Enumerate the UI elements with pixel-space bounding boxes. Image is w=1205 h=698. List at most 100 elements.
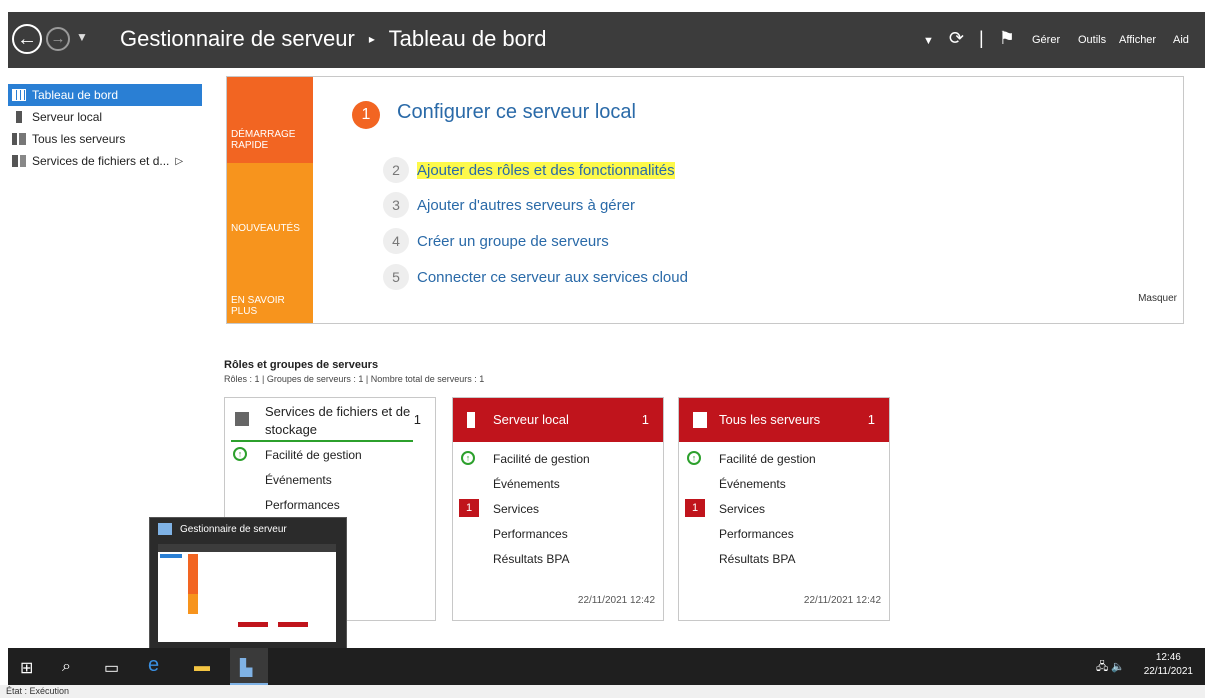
step-4[interactable]: 4 Créer un groupe de serveurs [383,228,609,254]
up-arrow-ok-icon: ↑ [233,447,247,461]
expand-arrow-icon[interactable]: ▷ [175,156,183,167]
sidebar-item-label: Tous les serveurs [32,132,126,146]
sidebar-item-all-servers[interactable]: Tous les serveurs [8,128,202,150]
taskbar-window-preview[interactable]: Gestionnaire de serveur [149,517,347,649]
sidebar-item-label: Tableau de bord [32,88,119,102]
thumbnail-titlebar [158,544,336,552]
internet-explorer-icon[interactable]: e [148,654,159,677]
search-icon[interactable]: ⌕ [62,658,71,676]
thumbnail-orange-strip [188,594,198,614]
network-volume-tray-icons[interactable]: 🖧 🔈 [1096,658,1125,677]
add-roles-link[interactable]: Ajouter des rôles et des fonctionnalités [417,162,675,179]
up-arrow-ok-icon: ↑ [687,451,701,465]
status-text: État : Exécution [6,686,70,696]
preview-thumbnail[interactable] [158,544,336,642]
row-label: Résultats BPA [493,552,570,566]
divider: | [979,28,984,48]
clock[interactable]: 12:46 22/11/2021 [1144,651,1193,679]
create-group-link[interactable]: Créer un groupe de serveurs [417,233,609,250]
tile-row-bpa[interactable]: Résultats BPA [453,546,663,571]
roles-section-title: Rôles et groupes de serveurs [224,359,379,371]
tile-count: 1 [413,412,421,427]
add-servers-link[interactable]: Ajouter d'autres serveurs à gérer [417,197,635,214]
notifications-flag-icon[interactable]: ⚑ [999,28,1015,48]
tile-row-performance[interactable]: Performances [679,521,889,546]
breadcrumb-separator: ▸ [368,32,375,46]
back-button[interactable]: ← [12,24,42,54]
preview-title: Gestionnaire de serveur [180,524,287,535]
connect-cloud-link[interactable]: Connecter ce serveur aux services cloud [417,269,688,286]
server-icon [467,412,475,428]
alert-count-badge: 1 [459,499,479,517]
dashboard-main: DÉMARRAGE RAPIDE NOUVEAUTÉS EN SAVOIR PL… [202,68,1205,648]
step-2[interactable]: 2 Ajouter des rôles et des fonctionnalité… [383,157,675,183]
tile-row-services[interactable]: 1 Services [453,496,663,521]
row-label: Services [719,502,766,516]
dropdown-icon[interactable]: ▼ [923,35,934,47]
tile-title: Services de fichiers et de stockage [265,404,411,437]
tile-title: Tous les serveurs [719,412,821,427]
servers-icon [12,133,26,145]
menu-view[interactable]: Afficher [1119,34,1156,46]
tile-timestamp: 22/11/2021 12:42 [577,595,655,606]
tile-header[interactable]: Serveur local 1 [453,398,663,442]
tile-header[interactable]: Services de fichiers et de stockage 1 [225,398,435,442]
tile-row-manageability[interactable]: ↑ Facilité de gestion [225,442,435,467]
breadcrumb: Gestionnaire de serveur ▸ Tableau de bor… [120,26,546,52]
tile-header[interactable]: Tous les serveurs 1 [679,398,889,442]
status-bar: État : Exécution [0,685,1205,698]
tile-title: Serveur local [493,412,569,427]
clock-time: 12:46 [1155,652,1181,663]
step-1-badge: 1 [352,101,380,129]
tile-row-manageability[interactable]: ↑ Facilité de gestion [453,446,663,471]
step-number: 5 [383,264,409,290]
history-dropdown-icon[interactable]: ▼ [76,30,88,44]
file-services-icon [235,412,249,426]
start-windows-icon[interactable]: ⊞ [20,658,33,678]
title-bar: ← → ▼ Gestionnaire de serveur ▸ Tableau … [8,12,1205,68]
server-manager-taskbar-button[interactable]: ▙ [230,648,268,685]
whats-new-strip[interactable]: NOUVEAUTÉS [227,163,313,245]
tile-row-manageability[interactable]: ↑ Facilité de gestion [679,446,889,471]
tile-row-bpa[interactable]: Résultats BPA [679,546,889,571]
tile-all-servers[interactable]: Tous les serveurs 1 ↑ Facilité de gestion… [678,397,890,621]
breadcrumb-root[interactable]: Gestionnaire de serveur [120,26,355,51]
tile-count: 1 [867,412,875,427]
taskbar: ⊞ ⌕ ▭ e ▬ ▙ 🖧 🔈 12:46 22/11/2021 [8,648,1205,685]
hide-link[interactable]: Masquer [1138,293,1177,304]
step-5[interactable]: 5 Connecter ce serveur aux services cloud [383,264,688,290]
thumbnail-red-tile [278,622,308,627]
sidebar-item-label: Serveur local [32,110,103,124]
refresh-icon[interactable]: ⟳ [949,28,964,48]
up-arrow-ok-icon: ↑ [461,451,475,465]
task-view-icon[interactable]: ▭ [104,658,119,678]
file-explorer-icon[interactable]: ▬ [194,658,210,676]
menu-tools[interactable]: Outils [1078,34,1106,46]
step-number: 4 [383,228,409,254]
row-label: Événements [719,477,786,491]
tile-local-server[interactable]: Serveur local 1 ↑ Facilité de gestion Évé… [452,397,664,621]
menu-manage[interactable]: Gérer [1032,34,1060,46]
configure-local-server-link[interactable]: Configurer ce serveur local [397,101,636,124]
sidebar-item-local-server[interactable]: Serveur local [8,106,202,128]
tile-row-services[interactable]: 1 Services [679,496,889,521]
menu-help[interactable]: Aid [1173,34,1189,46]
tile-row-events[interactable]: Événements [225,467,435,492]
tile-count: 1 [641,412,649,427]
tile-row-events[interactable]: Événements [453,471,663,496]
quick-start-label: DÉMARRAGE RAPIDE [231,129,296,151]
sidebar-item-dashboard[interactable]: Tableau de bord [8,84,202,106]
row-label: Services [493,502,540,516]
tile-row-events[interactable]: Événements [679,471,889,496]
tile-timestamp: 22/11/2021 12:42 [803,595,881,606]
sidebar-item-file-services[interactable]: Services de fichiers et d... ▷ [8,150,202,172]
step-3[interactable]: 3 Ajouter d'autres serveurs à gérer [383,192,635,218]
tile-row-performance[interactable]: Performances [453,521,663,546]
row-label: Résultats BPA [719,552,796,566]
forward-button[interactable]: → [46,27,70,51]
quick-start-strip[interactable]: DÉMARRAGE RAPIDE [227,77,313,163]
learn-more-strip[interactable]: EN SAVOIR PLUS [227,245,313,323]
breadcrumb-page: Tableau de bord [388,26,547,51]
step-number: 3 [383,192,409,218]
tile-row-performance[interactable]: Performances [225,492,435,517]
